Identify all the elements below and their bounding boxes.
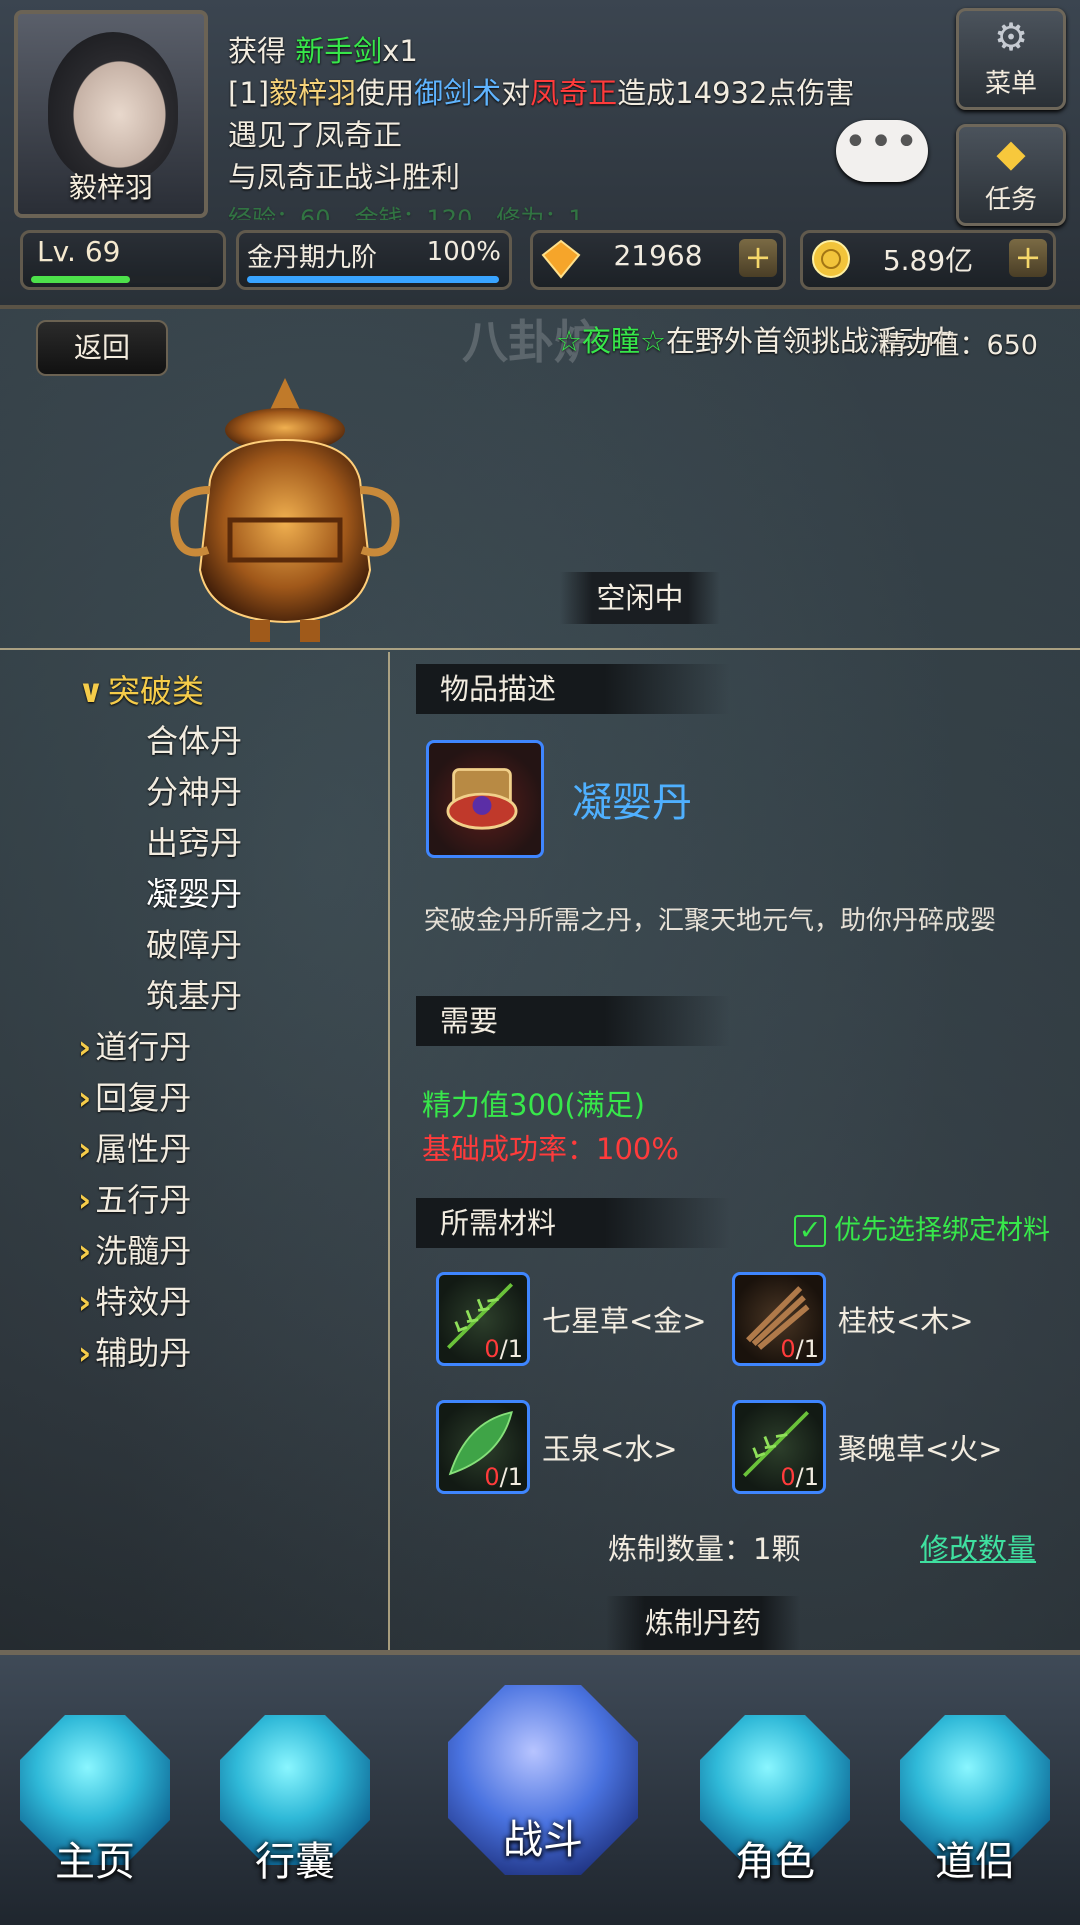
diamond-currency: 21968 + (530, 230, 786, 290)
furnace-icon (170, 378, 400, 642)
furnace-status: 空闲中 (560, 572, 720, 624)
category-daoxing[interactable]: › 道行丹 (78, 1022, 191, 1068)
chevron-right-icon: › (78, 1232, 92, 1270)
log-line: 遇见了凤奇正 (228, 118, 403, 152)
category-item[interactable]: 合体丹 (146, 716, 242, 762)
nav-home[interactable]: 主页 (10, 1715, 180, 1905)
chevron-right-icon: › (78, 1130, 92, 1168)
gear-icon: ⚙ (993, 15, 1029, 59)
herb-icon: 0/1 (436, 1272, 530, 1366)
battle-log: 获得 新手剑x1 [1]毅梓羽使用御剑术对凤奇正造成14932点伤害 遇见了凤奇… (228, 30, 928, 220)
category-recovery[interactable]: › 回复丹 (78, 1073, 191, 1119)
chevron-right-icon: › (78, 1334, 92, 1372)
realm-percent: 100% (426, 237, 501, 267)
player-name: 毅梓羽 (68, 171, 153, 204)
realm-bar: 金丹期九阶 100% (236, 230, 512, 290)
material-count: 0/1 (484, 1335, 523, 1363)
category-special[interactable]: › 特效丹 (78, 1277, 191, 1323)
level-bar: Lv. 69 (20, 230, 226, 290)
top-header: 毅梓羽 获得 新手剑x1 [1]毅梓羽使用御剑术对凤奇正造成14932点伤害 遇… (0, 0, 1080, 309)
gem-icon: ◆ (996, 131, 1026, 175)
craft-button[interactable]: 炼制丹药 (606, 1596, 800, 1650)
menu-label: 菜单 (984, 69, 1037, 99)
avatar[interactable]: 毅梓羽 (14, 10, 208, 218)
speech-bubble-icon[interactable]: ••• (836, 120, 928, 182)
add-gold-button[interactable]: + (1009, 239, 1047, 277)
energy-value: 精力值：650 (878, 330, 1038, 361)
herb-icon: 0/1 (732, 1400, 826, 1494)
chevron-right-icon: › (78, 1283, 92, 1321)
log-line: [1]毅梓羽使用御剑术对凤奇正造成14932点伤害 (228, 76, 855, 110)
category-item-selected[interactable]: 凝婴丹 (146, 869, 242, 915)
category-auxiliary[interactable]: › 辅助丹 (78, 1328, 191, 1374)
exp-progress (31, 276, 211, 283)
nav-bag[interactable]: 行囊 (210, 1715, 380, 1905)
gold-amount: 5.89亿 (882, 244, 974, 277)
menu-button[interactable]: ⚙ 菜单 (956, 8, 1066, 110)
coin-icon (812, 240, 850, 278)
category-item[interactable]: 破障丹 (146, 920, 242, 966)
checkmark-icon: ✓ (794, 1215, 826, 1247)
category-list: ∨ 突破类 合体丹 分神丹 出窍丹 凝婴丹 破障丹 筑基丹 › 道行丹 › 回复丹 ›… (0, 652, 390, 1662)
realm-text: 金丹期九阶 (247, 243, 378, 273)
chevron-right-icon: › (78, 1028, 92, 1066)
section-requirements: 需要 (416, 996, 730, 1046)
pill-box-icon[interactable] (426, 740, 544, 858)
realm-progress (247, 276, 499, 283)
material-count: 0/1 (484, 1463, 523, 1491)
requirement-energy: 精力值300(满足) (422, 1088, 645, 1122)
material-name: 桂枝<木> (838, 1304, 974, 1338)
chevron-down-icon: ∨ (78, 672, 104, 710)
bottom-nav: 主页 行囊 战斗 角色 道侣 (0, 1650, 1080, 1925)
avatar-portrait (48, 32, 178, 182)
material-name: 玉泉<水> (542, 1432, 678, 1466)
divider (0, 648, 1080, 650)
craft-quantity: 炼制数量：1颗 (608, 1532, 801, 1566)
material-name: 七星草<金> (542, 1304, 707, 1338)
requirement-success-rate: 基础成功率：100% (422, 1132, 679, 1166)
category-item[interactable]: 筑基丹 (146, 971, 242, 1017)
nav-label: 战斗 (503, 1817, 583, 1863)
category-five-elements[interactable]: › 五行丹 (78, 1175, 191, 1221)
chevron-right-icon: › (78, 1079, 92, 1117)
nav-label: 主页 (55, 1839, 135, 1885)
log-line: 经验：60，金钱：120，修为：1 (228, 205, 584, 220)
log-line: 获得 新手剑x1 (228, 34, 418, 68)
material-name: 聚魄草<火> (838, 1432, 1003, 1466)
gold-currency: 5.89亿 + (800, 230, 1056, 290)
nav-companion[interactable]: 道侣 (890, 1715, 1060, 1905)
pill-icon (446, 768, 518, 830)
section-materials: 所需材料 (416, 1198, 730, 1248)
category-xisui[interactable]: › 洗髓丹 (78, 1226, 191, 1272)
level-text: Lv. 69 (37, 235, 121, 268)
nav-character[interactable]: 角色 (690, 1715, 860, 1905)
chevron-right-icon: › (78, 1181, 92, 1219)
nav-label: 角色 (735, 1839, 815, 1885)
log-line: 与凤奇正战斗胜利 (228, 160, 461, 194)
material-count: 0/1 (780, 1463, 819, 1491)
category-breakthrough[interactable]: ∨ 突破类 (78, 666, 204, 712)
item-name: 凝婴丹 (572, 780, 692, 826)
branch-icon: 0/1 (732, 1272, 826, 1366)
section-description: 物品描述 (416, 664, 730, 714)
task-label: 任务 (984, 185, 1037, 215)
nav-label: 行囊 (255, 1839, 335, 1885)
modify-quantity-link[interactable]: 修改数量 (920, 1526, 1036, 1568)
prefer-bound-checkbox[interactable]: ✓ 优先选择绑定材料 (794, 1208, 1050, 1247)
task-button[interactable]: ◆ 任务 (956, 124, 1066, 226)
category-item[interactable]: 分神丹 (146, 767, 242, 813)
item-description: 突破金丹所需之丹，汇聚天地元气，助你丹碎成婴 (424, 906, 997, 936)
leaf-icon: 0/1 (436, 1400, 530, 1494)
back-button[interactable]: 返回 (36, 320, 168, 376)
material-count: 0/1 (780, 1335, 819, 1363)
diamond-amount: 21968 (613, 239, 703, 272)
category-attribute[interactable]: › 属性丹 (78, 1124, 191, 1170)
category-item[interactable]: 出窍丹 (146, 818, 242, 864)
nav-battle[interactable]: 战斗 (438, 1685, 648, 1905)
add-diamond-button[interactable]: + (739, 239, 777, 277)
nav-label: 道侣 (935, 1839, 1015, 1885)
diamond-icon (541, 239, 581, 279)
